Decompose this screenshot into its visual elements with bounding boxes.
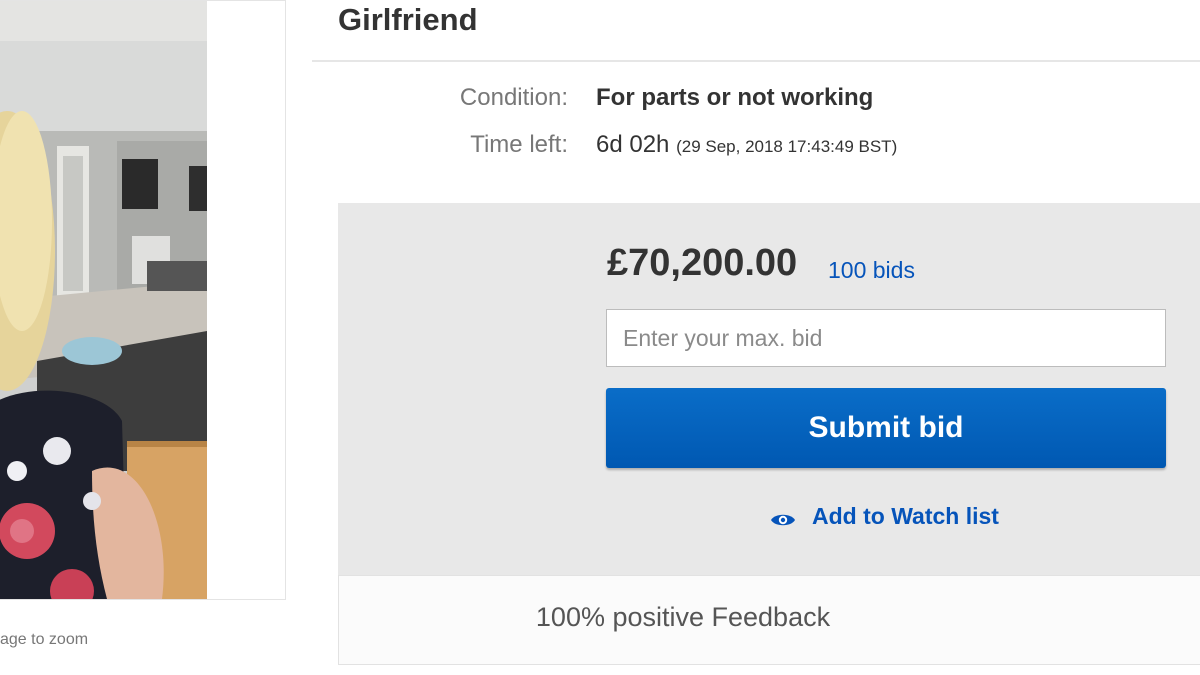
- time-left-duration: 6d 02h: [596, 131, 670, 158]
- current-price: £70,200.00: [607, 242, 798, 284]
- seller-feedback: 100% positive Feedback: [535, 602, 831, 632]
- time-left-label: Time left:: [470, 131, 568, 158]
- watchlist-label: Add to Watch list: [812, 503, 999, 529]
- product-photo-drawing: [0, 1, 207, 599]
- condition-label: Condition:: [459, 84, 568, 111]
- bids-count-link[interactable]: 100 bids: [828, 257, 915, 284]
- title-divider: [312, 60, 1200, 62]
- max-bid-input[interactable]: [606, 309, 1166, 367]
- condition-value: For parts or not working: [596, 84, 874, 111]
- product-image[interactable]: [0, 1, 207, 599]
- submit-bid-button[interactable]: Submit bid: [606, 388, 1166, 468]
- item-title: Girlfriend: [338, 2, 478, 37]
- photo-frame: [0, 0, 286, 600]
- add-to-watchlist-link[interactable]: Add to Watch list: [770, 503, 999, 530]
- zoom-hint: age to zoom: [0, 631, 89, 648]
- end-time: (29 Sep, 2018 17:43:49 BST): [676, 137, 898, 156]
- eye-icon: [770, 508, 796, 526]
- seller-feedback-panel: 100% positive Feedback: [338, 575, 1200, 665]
- time-left-value: 6d 02h (29 Sep, 2018 17:43:49 BST): [596, 131, 897, 159]
